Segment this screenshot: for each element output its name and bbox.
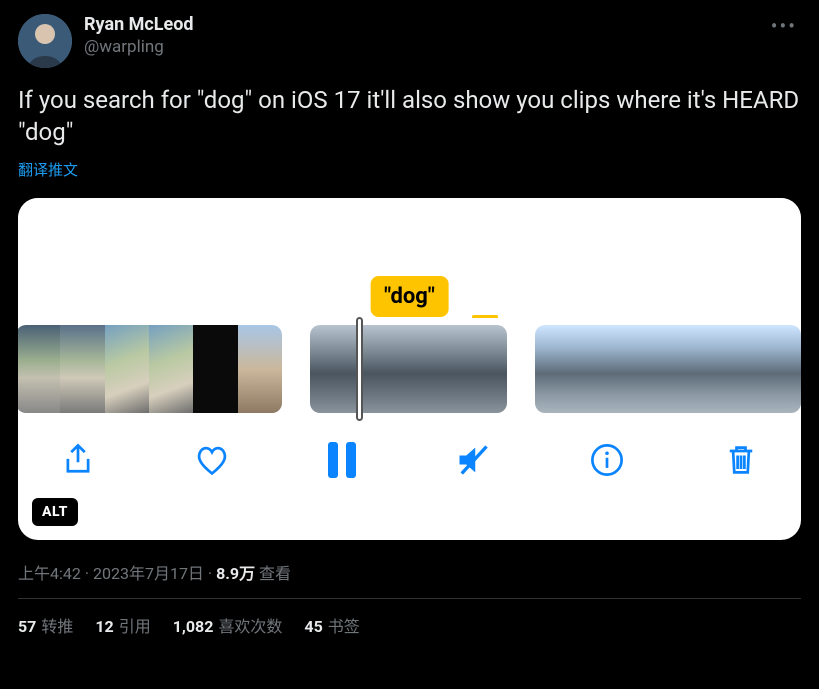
avatar-image (18, 14, 72, 68)
clip-thumb (149, 325, 193, 413)
info-icon[interactable] (589, 442, 625, 478)
clip-thumb (60, 325, 104, 413)
media-card[interactable]: "dog" (18, 198, 801, 540)
clip-group-2[interactable] (310, 325, 507, 413)
clip-thumb (757, 325, 801, 413)
tweet-header: Ryan McLeod @warpling ••• (18, 14, 801, 68)
tweet-text: If you search for "dog" on iOS 17 it'll … (18, 84, 801, 149)
display-name[interactable]: Ryan McLeod (84, 14, 194, 37)
share-icon[interactable] (60, 442, 96, 478)
stat-quotes[interactable]: 12引用 (95, 613, 150, 637)
mute-icon[interactable] (455, 442, 491, 478)
stats-row: 57转推 12引用 1,082喜欢次数 45书签 (18, 613, 801, 637)
views-count[interactable]: 8.9万 (216, 564, 255, 583)
meta-line: 上午4:42 · 2023年7月17日 · 8.9万 查看 (18, 560, 801, 584)
caption-pill: "dog" (370, 276, 449, 317)
clip-thumb (624, 325, 668, 413)
clip-thumb (668, 325, 712, 413)
clip-thumb (18, 325, 60, 413)
clip-thumb (441, 325, 507, 413)
timeline-scrubber[interactable] (356, 317, 363, 421)
clip-thumb (535, 325, 579, 413)
stat-likes[interactable]: 1,082喜欢次数 (173, 613, 283, 637)
avatar[interactable] (18, 14, 72, 68)
trash-icon[interactable] (723, 442, 759, 478)
handle[interactable]: @warpling (84, 37, 194, 58)
clip-group-1[interactable] (18, 325, 282, 413)
stat-retweets[interactable]: 57转推 (18, 613, 73, 637)
tweet-date[interactable]: 2023年7月17日 (93, 564, 204, 583)
tweet-container: Ryan McLeod @warpling ••• If you search … (0, 0, 819, 649)
author-names: Ryan McLeod @warpling (84, 14, 194, 58)
clip-group-3[interactable] (535, 325, 801, 413)
clip-thumb (310, 325, 376, 413)
divider (18, 598, 801, 599)
clip-thumb (193, 325, 237, 413)
heart-icon[interactable] (194, 442, 230, 478)
pause-icon[interactable] (328, 442, 356, 478)
alt-badge[interactable]: ALT (32, 498, 78, 526)
tweet-time[interactable]: 上午4:42 (18, 564, 81, 583)
clip-thumb (105, 325, 149, 413)
clip-thumb (376, 325, 442, 413)
stat-bookmarks[interactable]: 45书签 (304, 613, 359, 637)
clip-thumb (238, 325, 282, 413)
clip-thumb (712, 325, 756, 413)
views-label: 查看 (255, 564, 291, 583)
translate-link[interactable]: 翻译推文 (18, 159, 801, 180)
clip-thumb (579, 325, 623, 413)
media-top: "dog" (18, 198, 801, 318)
media-toolbar (18, 420, 801, 504)
video-timeline[interactable] (18, 318, 801, 420)
more-button[interactable]: ••• (767, 14, 801, 38)
